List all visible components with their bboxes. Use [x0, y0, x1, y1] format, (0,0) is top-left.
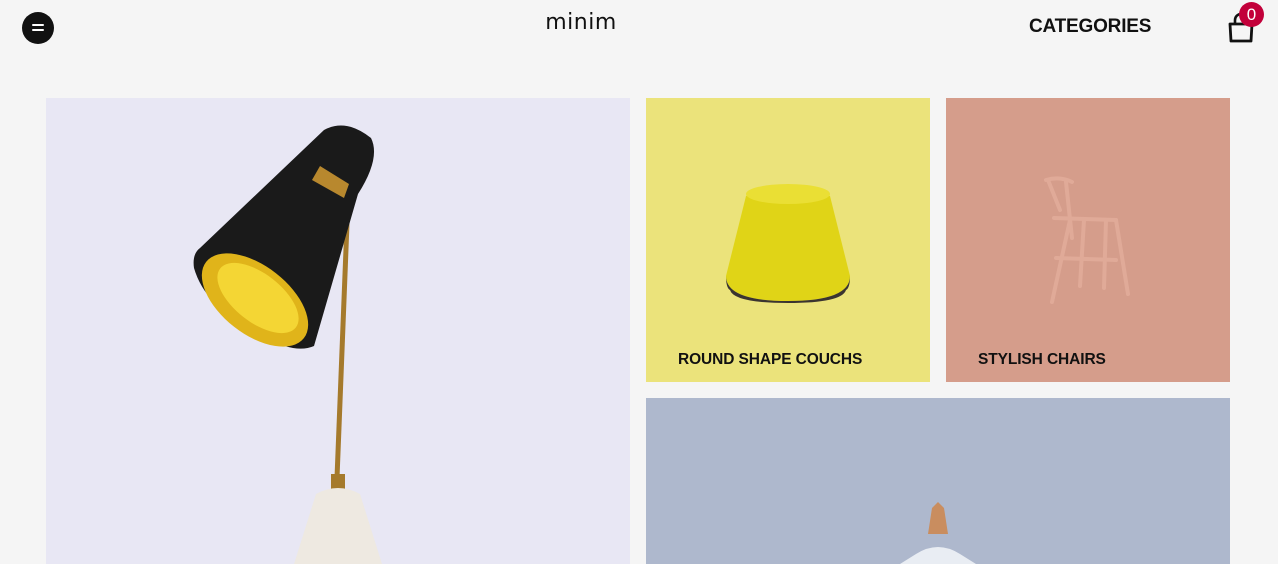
nav-categories-link[interactable]: CATEGORIES	[1029, 16, 1151, 38]
site-logo[interactable]: minim	[0, 10, 1162, 35]
wooden-chair-image	[1044, 176, 1130, 304]
floor-lamp-image	[193, 125, 382, 564]
pendant-lamp-image	[900, 502, 976, 564]
product-tile-pendant-lamps[interactable]	[646, 398, 1230, 564]
site-header: minim CATEGORIES 0	[0, 0, 1278, 56]
product-tile-chairs[interactable]: STYLISH CHAIRS	[946, 98, 1230, 382]
round-pouf-image	[726, 184, 850, 303]
tile-label-stylish-chairs: STYLISH CHAIRS	[978, 351, 1106, 368]
product-tile-couches[interactable]: ROUND SHAPE COUCHS	[646, 98, 930, 382]
cart-count-badge: 0	[1239, 2, 1264, 27]
product-tile-lamps[interactable]	[46, 98, 630, 564]
tile-label-round-shape-couchs: ROUND SHAPE COUCHS	[678, 351, 863, 368]
